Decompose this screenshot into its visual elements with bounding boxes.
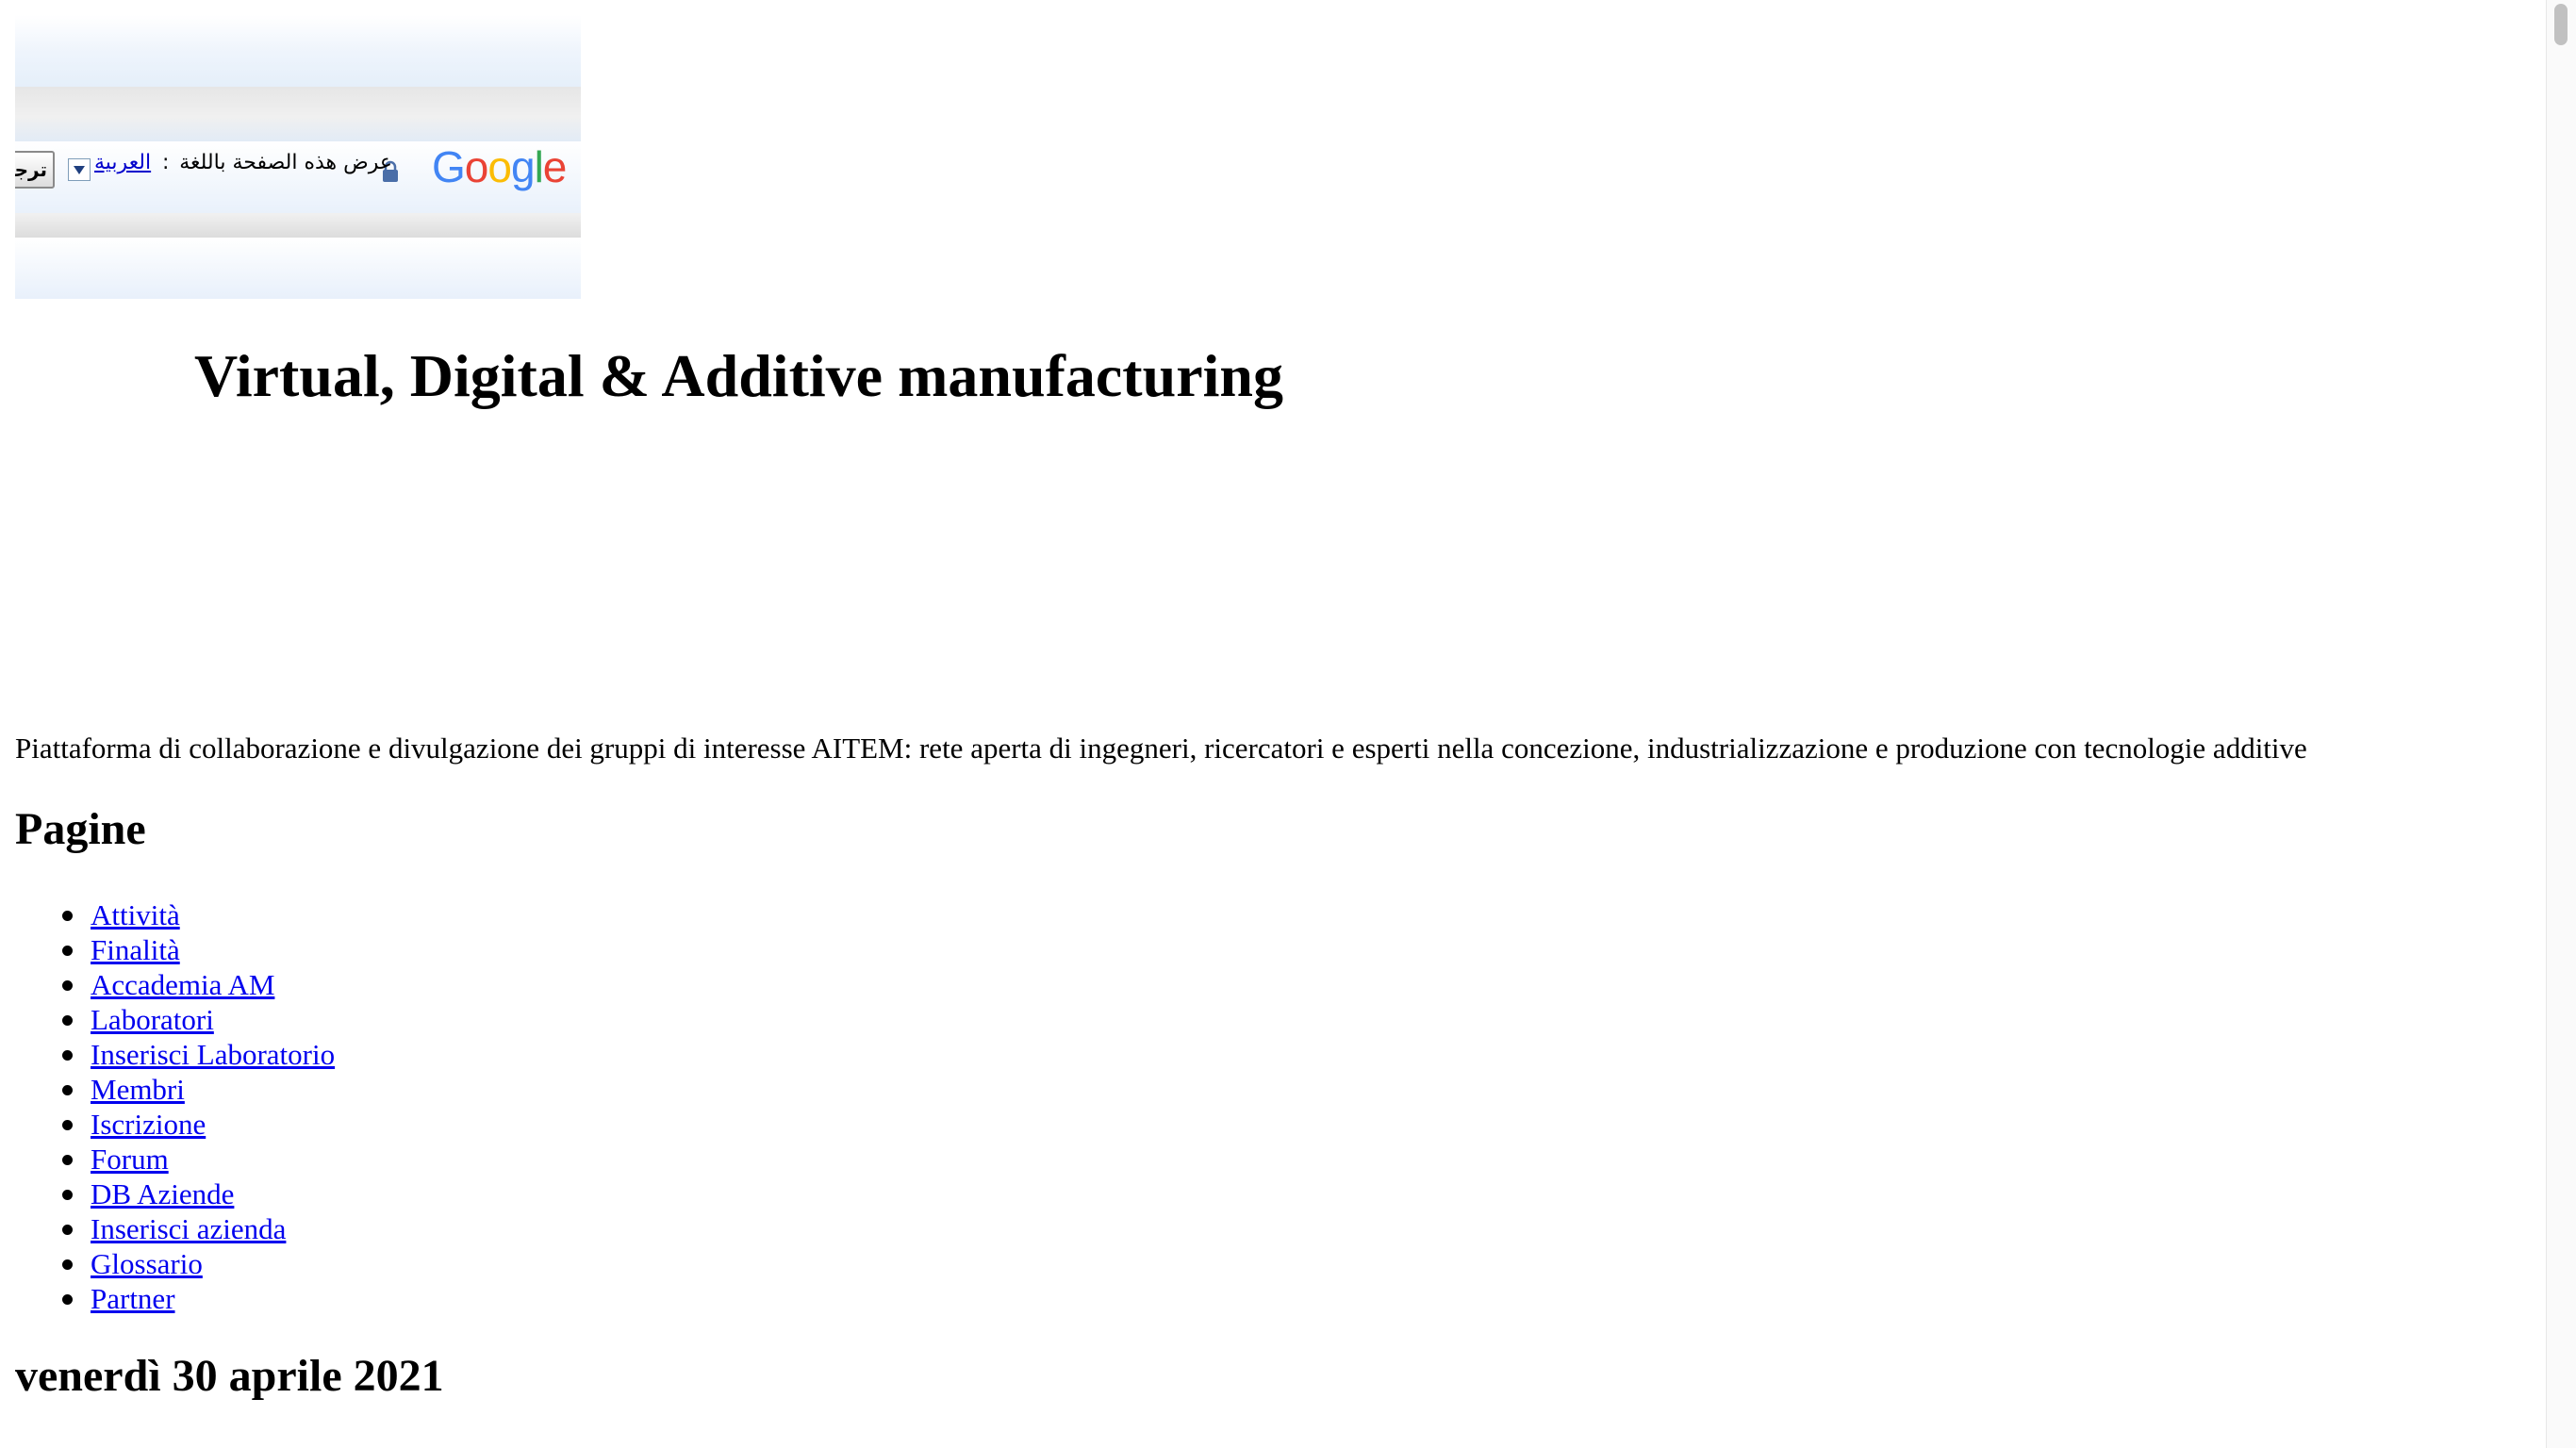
post-date-heading: venerdì 30 aprile 2021 [15, 1351, 444, 1401]
scrollbar-thumb[interactable] [2554, 4, 2568, 45]
page-link-glossario[interactable]: Glossario [91, 1247, 203, 1280]
google-translate-bar: Google عرض هذه الصفحة باللغة : العربية ت… [15, 15, 581, 299]
google-logo: Google [432, 141, 568, 192]
list-item: Laboratori [15, 1002, 335, 1037]
logo-letter: e [542, 142, 568, 191]
list-item: Forum [15, 1142, 335, 1176]
translate-prompt: عرض هذه الصفحة باللغة [179, 151, 392, 174]
page-link-membri[interactable]: Membri [91, 1073, 185, 1106]
list-item: Accademia AM [15, 967, 335, 1002]
page-link-iscrizione[interactable]: Iscrizione [91, 1108, 206, 1141]
list-item: Inserisci azienda [15, 1211, 335, 1246]
list-item: Partner [15, 1281, 335, 1316]
list-item: Iscrizione [15, 1107, 335, 1142]
logo-letter: o [464, 142, 489, 191]
translate-row: Google عرض هذه الصفحة باللغة : العربية ت… [15, 134, 581, 206]
language-dropdown-icon[interactable] [68, 158, 91, 181]
list-item: Glossario [15, 1246, 335, 1281]
pages-list: Attività Finalità Accademia AM Laborator… [15, 897, 335, 1316]
site-title: Virtual, Digital & Additive manufacturin… [194, 342, 1283, 409]
list-item: Finalità [15, 932, 335, 967]
list-item: Inserisci Laboratorio [15, 1037, 335, 1072]
pages-heading: Pagine [15, 804, 146, 854]
page-link-inserisci-azienda[interactable]: Inserisci azienda [91, 1212, 286, 1245]
page-link-forum[interactable]: Forum [91, 1143, 169, 1176]
logo-letter: g [510, 142, 536, 191]
translate-button[interactable]: ترجمة [15, 151, 55, 189]
language-link[interactable]: العربية [94, 151, 151, 174]
list-item: Membri [15, 1072, 335, 1107]
page-link-laboratori[interactable]: Laboratori [91, 1003, 214, 1036]
page-link-inserisci-laboratorio[interactable]: Inserisci Laboratorio [91, 1038, 335, 1071]
translate-colon: : [162, 151, 170, 174]
list-item: DB Aziende [15, 1176, 335, 1211]
page: Google عرض هذه الصفحة باللغة : العربية ت… [0, 0, 2546, 1448]
page-link-accademia-am[interactable]: Accademia AM [91, 968, 274, 1001]
page-link-db-aziende[interactable]: DB Aziende [91, 1177, 234, 1210]
page-link-finalita[interactable]: Finalità [91, 933, 180, 966]
logo-letter: l [534, 142, 544, 191]
vertical-scrollbar[interactable] [2546, 0, 2576, 1448]
page-link-attivita[interactable]: Attività [91, 898, 180, 931]
site-description: Piattaforma di collaborazione e divulgaz… [15, 732, 2307, 765]
logo-letter: G [432, 142, 466, 191]
list-item: Attività [15, 897, 335, 932]
page-link-partner[interactable]: Partner [91, 1282, 175, 1315]
logo-letter: o [487, 142, 512, 191]
